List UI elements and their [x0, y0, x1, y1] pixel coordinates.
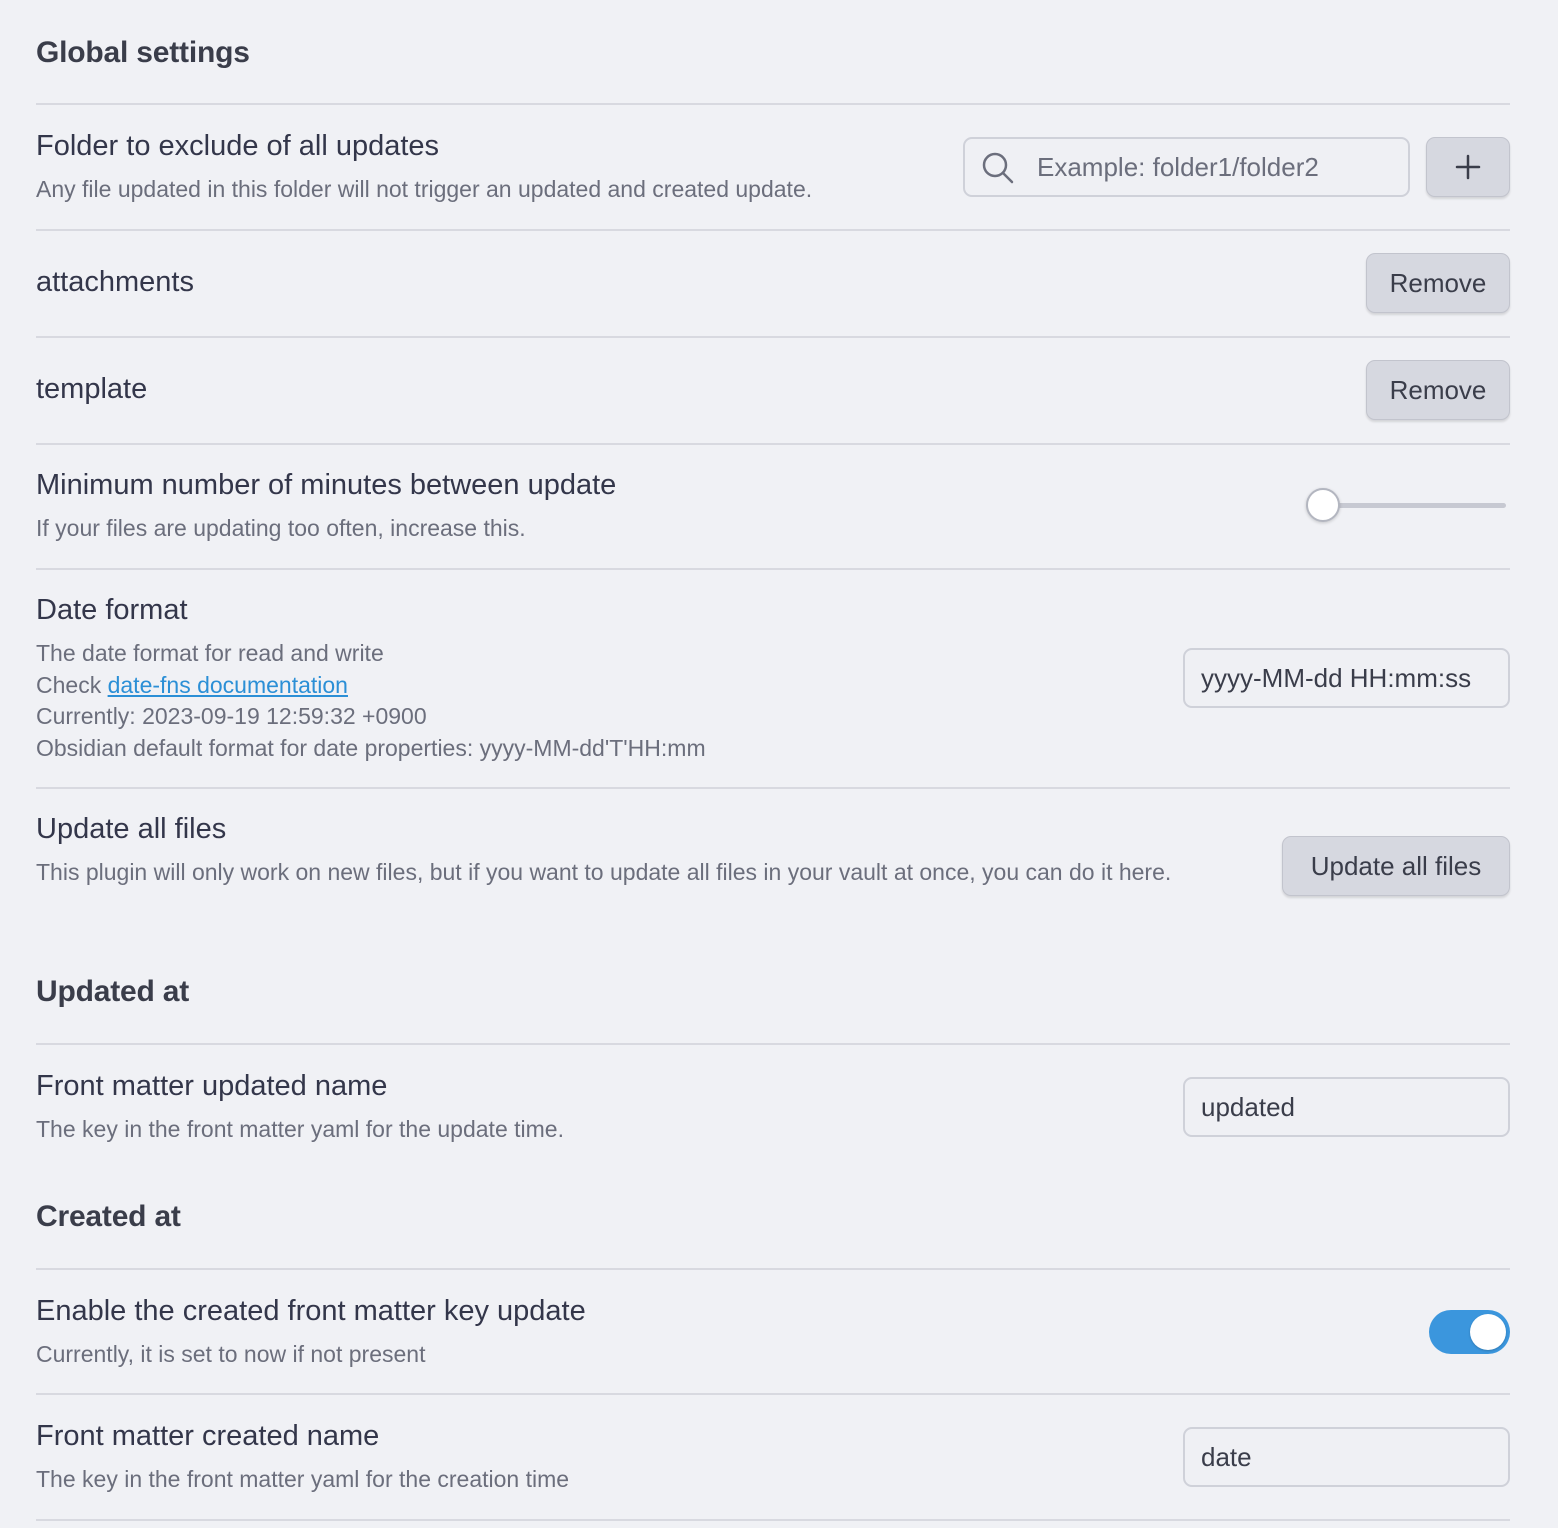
section-heading-global: Global settings	[36, 36, 250, 69]
divider	[36, 443, 1510, 445]
setting-name-min-minutes: Minimum number of minutes between update	[36, 469, 617, 501]
setting-desc-updated-key: The key in the front matter yaml for the…	[36, 1116, 564, 1142]
section-heading-created: Created at	[36, 1200, 181, 1233]
remove-folder-button[interactable]: Remove	[1366, 360, 1510, 420]
created-key-input[interactable]: date	[1183, 1427, 1510, 1487]
section-heading-updated: Updated at	[36, 975, 190, 1008]
add-folder-button[interactable]	[1426, 137, 1510, 197]
setting-desc-min-minutes: If your files are updating too often, in…	[36, 515, 526, 541]
updated-key-input[interactable]: updated	[1183, 1077, 1510, 1137]
date-fns-documentation-link[interactable]: date-fns documentation	[108, 672, 348, 698]
setting-desc-exclude-folder: Any file updated in this folder will not…	[36, 176, 813, 202]
setting-name-created-key: Front matter created name	[36, 1420, 380, 1452]
folder-search-placeholder: Example: folder1/folder2	[1037, 151, 1319, 182]
plus-icon	[1455, 154, 1481, 180]
divider	[36, 568, 1510, 570]
date-format-check-line: Check date-fns documentation	[36, 670, 706, 702]
divider	[36, 787, 1510, 789]
settings-page: Global settings Folder to exclude of all…	[0, 0, 1558, 1528]
setting-desc-enable-created: Currently, it is set to now if not prese…	[36, 1341, 426, 1367]
folder-search-input[interactable]: Example: folder1/folder2	[963, 137, 1410, 197]
enable-created-toggle[interactable]	[1429, 1310, 1510, 1354]
setting-name-updated-key: Front matter updated name	[36, 1070, 388, 1102]
setting-desc-update-all: This plugin will only work on new files,…	[36, 859, 1172, 885]
date-format-obsidian-default: Obsidian default format for date propert…	[36, 734, 706, 761]
date-format-input[interactable]: yyyy-MM-dd HH:mm:ss	[1183, 648, 1510, 708]
excluded-folder-name: template	[36, 373, 148, 405]
divider	[36, 229, 1510, 231]
divider	[36, 1393, 1510, 1395]
setting-desc-created-key: The key in the front matter yaml for the…	[36, 1466, 570, 1492]
setting-name-enable-created: Enable the created front matter key upda…	[36, 1295, 586, 1327]
remove-folder-button[interactable]: Remove	[1366, 253, 1510, 313]
date-format-currently: Currently: 2023-09-19 12:59:32 +0900	[36, 703, 427, 729]
update-all-files-button[interactable]: Update all files	[1282, 836, 1510, 896]
setting-name-exclude-folder: Folder to exclude of all updates	[36, 130, 440, 162]
divider	[36, 103, 1510, 105]
divider	[36, 1519, 1510, 1521]
min-minutes-slider-track[interactable]	[1322, 503, 1506, 508]
min-minutes-slider-thumb[interactable]	[1306, 488, 1340, 522]
excluded-folder-name: attachments	[36, 266, 194, 298]
setting-name-update-all: Update all files	[36, 813, 227, 845]
divider	[36, 336, 1510, 338]
toggle-knob	[1470, 1314, 1506, 1350]
divider	[36, 1043, 1510, 1045]
date-format-desc-line: The date format for read and write	[36, 640, 384, 666]
check-prefix: Check	[36, 671, 108, 698]
search-icon	[981, 151, 1015, 185]
setting-desc-date-format: The date format for read and write Check…	[36, 638, 706, 764]
setting-name-date-format: Date format	[36, 594, 188, 626]
divider	[36, 1268, 1510, 1270]
